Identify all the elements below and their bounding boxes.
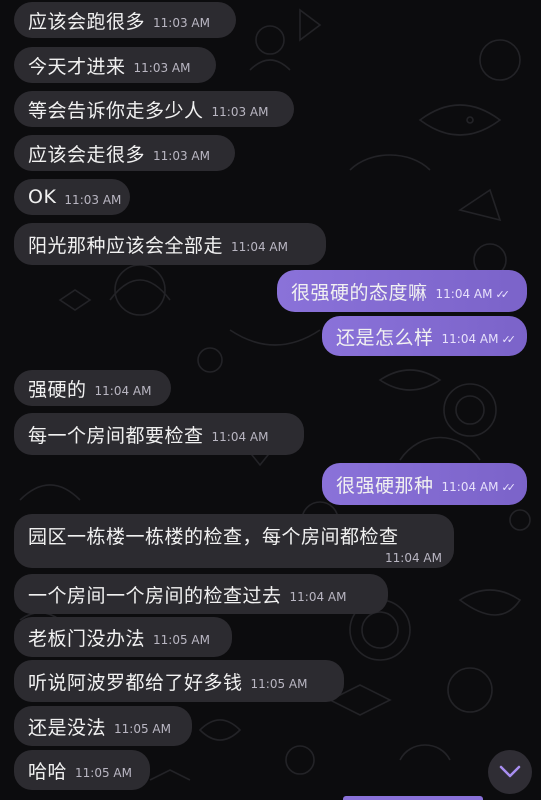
incoming-message[interactable]: OK 11:03 AM [14,179,130,215]
message-time: 11:04 AM [289,590,347,604]
message-text: 老板门没办法 [28,627,146,650]
message-text: 园区一栋楼一栋楼的检查，每个房间都检查 [28,526,399,548]
message-time: 11:05 AM [114,722,171,736]
message-time: 11:03 AM [153,149,210,163]
message-time: 11:03 AM [211,105,269,119]
message-text: OK [28,186,57,208]
outgoing-message[interactable]: 很强硬的态度嘛 11:04 AM ✓✓ [277,270,527,312]
scroll-down-button[interactable] [488,750,532,794]
message-time: 11:05 AM [75,766,132,780]
double-check-icon: ✓✓ [501,480,516,494]
message-time: 11:04 AM [385,551,442,565]
incoming-message[interactable]: 听说阿波罗都给了好多钱 11:05 AM [14,660,344,702]
message-text: 听说阿波罗都给了好多钱 [28,671,243,694]
incoming-message[interactable]: 强硬的 11:04 AM [14,370,171,406]
incoming-message[interactable]: 应该会跑很多 11:03 AM [14,2,236,38]
double-check-icon: ✓✓ [495,287,510,301]
chevron-down-icon [499,765,521,778]
message-text: 哈哈 [28,760,68,783]
message-text: 阳光那种应该会全部走 [28,234,224,257]
message-time: 11:04 AM [211,430,269,444]
message-text: 强硬的 [28,378,87,401]
incoming-message[interactable]: 还是没法 11:05 AM [14,706,192,746]
incoming-message[interactable]: 一个房间一个房间的检查过去 11:04 AM [14,574,388,614]
message-time: 11:05 AM [250,677,308,691]
message-time: 11:03 AM [64,193,122,207]
message-text: 应该会走很多 [28,143,146,166]
message-text: 每一个房间都要检查 [28,424,204,447]
message-text: 今天才进来 [28,55,126,78]
incoming-message[interactable]: 园区一栋楼一栋楼的检查，每个房间都检查 11:04 AM [14,514,454,568]
message-text: 很强硬那种 [336,474,434,497]
message-text: 一个房间一个房间的检查过去 [28,584,282,607]
message-text: 还是没法 [28,716,107,739]
outgoing-message[interactable]: 还是怎么样 11:04 AM ✓✓ [322,316,527,356]
message-text: 应该会跑很多 [28,10,146,33]
incoming-message[interactable]: 每一个房间都要检查 11:04 AM [14,413,304,455]
outgoing-message[interactable]: 很强硬那种 11:04 AM ✓✓ [322,463,527,505]
message-time: 11:05 AM [153,633,210,647]
message-time: 11:04 AM [94,384,152,398]
incoming-message[interactable]: 老板门没办法 11:05 AM [14,617,232,657]
message-time: 11:04 AM [441,332,499,346]
incoming-message[interactable]: 等会告诉你走多少人 11:03 AM [14,91,294,127]
chat-message-list[interactable]: 应该会跑很多 11:03 AM 今天才进来 11:03 AM 等会告诉你走多少人 11:0… [0,0,541,800]
double-check-icon: ✓✓ [501,332,516,346]
incoming-message[interactable]: 应该会走很多 11:03 AM [14,135,235,171]
message-time: 11:03 AM [133,61,191,75]
incoming-message[interactable]: 哈哈 11:05 AM [14,750,150,790]
message-text: 还是怎么样 [336,326,434,349]
message-text: 很强硬的态度嘛 [291,281,428,304]
message-time: 11:04 AM [231,240,288,254]
message-text: 等会告诉你走多少人 [28,99,204,122]
message-time: 11:03 AM [153,16,210,30]
message-time: 11:04 AM [441,480,499,494]
incoming-message[interactable]: 阳光那种应该会全部走 11:04 AM [14,223,326,265]
message-time: 11:04 AM [435,287,493,301]
incoming-message[interactable]: 今天才进来 11:03 AM [14,47,216,83]
partial-outgoing-bubble [343,796,483,800]
